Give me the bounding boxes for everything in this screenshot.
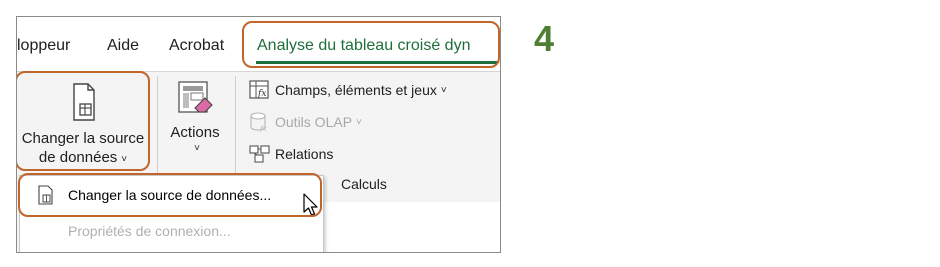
- change-source-label-line1: Changer la source: [21, 130, 145, 147]
- relations-button[interactable]: Relations: [249, 144, 333, 164]
- menu-item-change-source-label: Changer la source de données...: [68, 187, 272, 203]
- chevron-down-icon: ˅: [356, 116, 362, 128]
- excel-window-crop: loppeur Aide Acrobat Analyse du tableau …: [16, 16, 501, 253]
- calculs-group-label: Calculs: [341, 176, 387, 192]
- menu-item-connection-properties-label: Propriétés de connexion...: [68, 223, 231, 239]
- fields-items-sets-button[interactable]: fx Champs, éléments et jeux ˅: [249, 80, 447, 100]
- tab-aide[interactable]: Aide: [107, 37, 139, 55]
- chevron-down-icon: ˅: [194, 143, 200, 154]
- svg-text:fx: fx: [259, 125, 267, 132]
- table-eraser-icon: [175, 78, 215, 118]
- tab-analyse-tcd[interactable]: Analyse du tableau croisé dyn: [257, 37, 470, 55]
- document-table-icon: [36, 185, 56, 205]
- svg-text:fx: fx: [257, 89, 266, 99]
- fields-items-sets-label: Champs, éléments et jeux: [275, 82, 437, 98]
- mouse-pointer-icon: [303, 193, 321, 217]
- olap-tools-label: Outils OLAP: [275, 114, 353, 130]
- document-table-icon: [66, 82, 100, 122]
- menu-item-connection-properties[interactable]: Propriétés de connexion...: [20, 214, 323, 248]
- change-source-dropdown: Changer la source de données... Propriét…: [19, 175, 324, 252]
- active-tab-underline: [256, 61, 498, 64]
- fields-formula-icon: fx: [249, 80, 271, 100]
- tab-acrobat[interactable]: Acrobat: [169, 37, 224, 55]
- database-icon: fx: [249, 112, 271, 133]
- step-number: 4: [534, 18, 555, 59]
- menu-item-change-source[interactable]: Changer la source de données...: [20, 178, 323, 212]
- chevron-down-icon: ˅: [121, 154, 128, 165]
- olap-tools-button[interactable]: fx Outils OLAP ˅: [249, 112, 362, 133]
- change-source-label-line2: de données: [38, 149, 118, 166]
- ribbon-tab-bar: loppeur Aide Acrobat Analyse du tableau …: [17, 17, 500, 71]
- relations-icon: [249, 144, 271, 164]
- relations-label: Relations: [275, 146, 334, 162]
- actions-button[interactable]: Actions ˅: [165, 78, 225, 168]
- actions-label: Actions: [170, 124, 220, 141]
- tab-developpeur[interactable]: loppeur: [17, 37, 70, 55]
- chevron-down-icon: ˅: [440, 84, 447, 96]
- change-source-button[interactable]: Changer la source de données ˅: [17, 80, 149, 168]
